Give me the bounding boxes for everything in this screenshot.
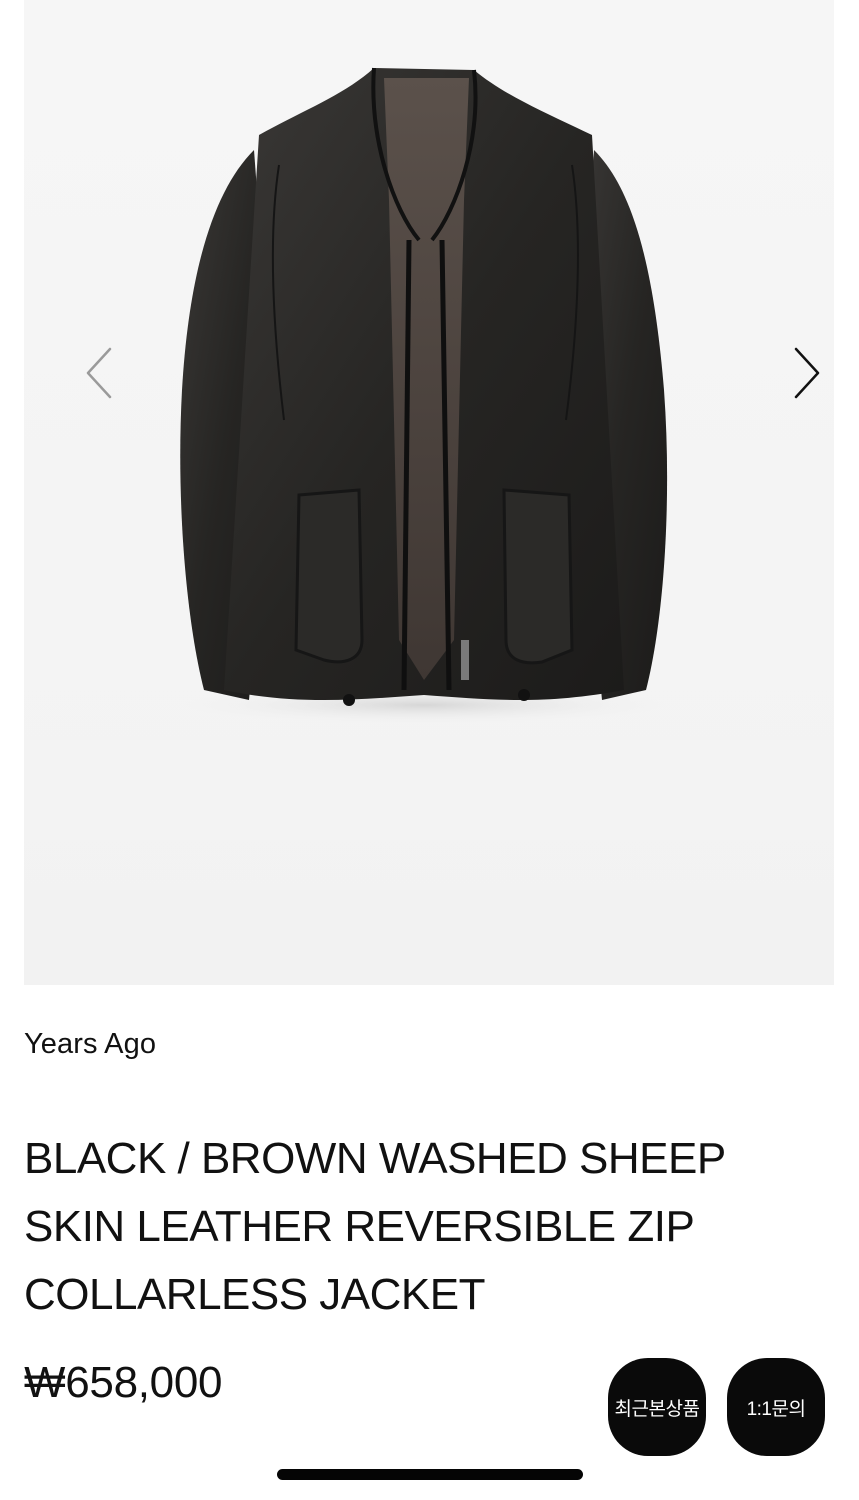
product-price: ₩658,000 [24,1358,223,1407]
inquiry-label: 1:1문의 [746,1398,806,1420]
home-indicator [277,1469,583,1480]
gallery-prev-button[interactable] [74,338,124,408]
chevron-left-icon [86,347,112,399]
product-gallery[interactable] [24,0,834,985]
gallery-next-button[interactable] [782,338,832,408]
brand-name[interactable]: Years Ago [24,1028,156,1061]
chevron-right-icon [794,347,820,399]
recently-viewed-label: 최근본상품 [614,1398,700,1420]
product-image [164,67,684,725]
inquiry-button[interactable]: 1:1문의 [727,1358,825,1456]
recently-viewed-button[interactable]: 최근본상품 [608,1358,706,1456]
product-title: BLACK / BROWN WASHED SHEEP SKIN LEATHER … [24,1134,725,1319]
